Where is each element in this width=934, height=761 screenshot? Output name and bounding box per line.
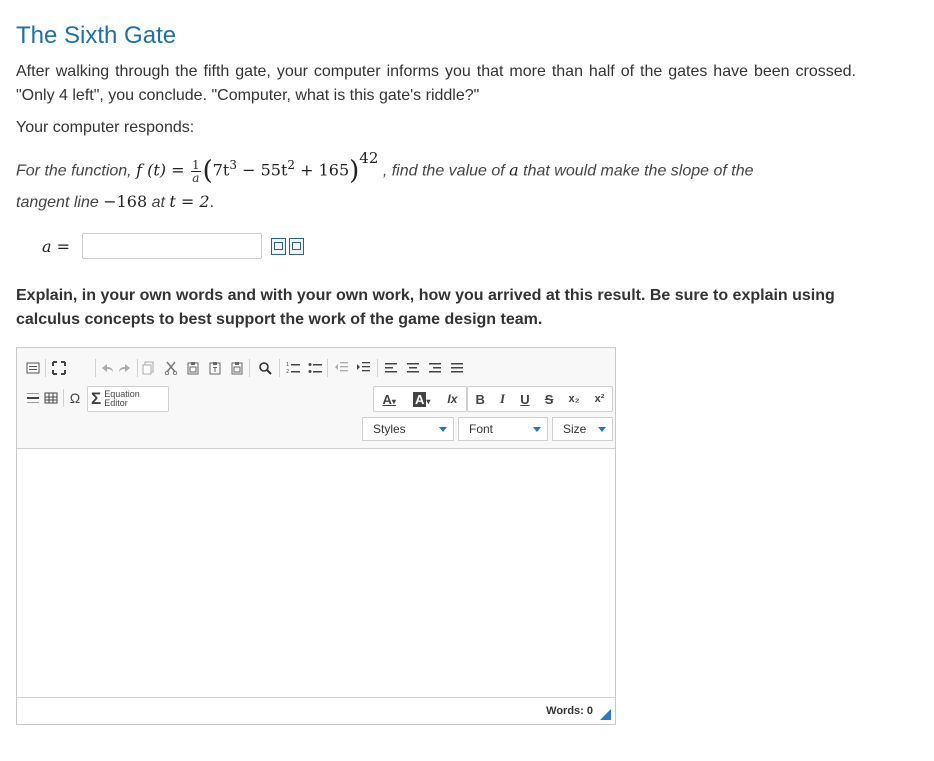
background-color-button[interactable]: A ▾ bbox=[412, 391, 430, 407]
separator bbox=[327, 359, 328, 377]
copy-formatting-icon[interactable] bbox=[141, 358, 157, 378]
search-icon[interactable] bbox=[257, 358, 273, 378]
slope-value: −168 bbox=[103, 192, 148, 212]
font-label: Font bbox=[469, 422, 494, 436]
fraction: 1a bbox=[190, 157, 201, 185]
term-1: 7t bbox=[212, 160, 230, 180]
editor-content-area[interactable] bbox=[17, 449, 615, 698]
italic-button[interactable]: I bbox=[500, 391, 505, 407]
separator bbox=[45, 359, 46, 377]
text-color-button[interactable]: A▾ bbox=[383, 392, 396, 407]
exp-1: 3 bbox=[229, 158, 237, 172]
indent-icon[interactable] bbox=[355, 358, 371, 378]
fraction-denominator: a bbox=[192, 170, 200, 185]
equation-editor-label: Equation Editor bbox=[104, 390, 140, 408]
function-name: f (t) = bbox=[136, 160, 185, 180]
fraction-numerator: 1 bbox=[190, 157, 201, 172]
bold-button[interactable]: B bbox=[476, 392, 485, 407]
outdent-icon[interactable] bbox=[333, 358, 349, 378]
basic-styles-group: B I U S x₂ x² bbox=[467, 386, 613, 412]
numbered-list-icon[interactable]: 12 bbox=[285, 358, 301, 378]
resize-handle-icon[interactable] bbox=[600, 709, 611, 720]
separator bbox=[249, 359, 250, 377]
term-2: − 55t bbox=[237, 160, 288, 180]
word-count: Words: 0 bbox=[546, 705, 593, 717]
align-justify-icon[interactable] bbox=[449, 358, 465, 378]
subscript-button[interactable]: x₂ bbox=[569, 393, 580, 405]
t-equals: t = 2 bbox=[169, 192, 210, 212]
remove-format-button[interactable]: Ix bbox=[447, 392, 457, 406]
open-paren: ( bbox=[202, 156, 213, 187]
bulleted-list-icon[interactable] bbox=[307, 358, 323, 378]
outer-exponent: 42 bbox=[359, 149, 379, 168]
problem-tail: that would make the slope of the bbox=[523, 162, 754, 180]
chevron-down-icon bbox=[439, 427, 447, 432]
chevron-down-icon bbox=[598, 427, 606, 432]
problem-lead: For the function, bbox=[16, 162, 132, 180]
page-title: The Sixth Gate bbox=[16, 22, 177, 49]
paste-word-icon[interactable] bbox=[229, 358, 245, 378]
paste-icon[interactable] bbox=[185, 358, 201, 378]
size-label: Size bbox=[563, 422, 587, 436]
line2-lead: tangent line bbox=[16, 194, 99, 212]
equation-icon[interactable] bbox=[289, 237, 304, 255]
size-dropdown[interactable]: Size bbox=[552, 417, 613, 441]
superscript-button[interactable]: x² bbox=[595, 393, 605, 405]
problem-statement: For the function, f (t) = 1 a (7t3 − 55t2 … bbox=[16, 149, 856, 218]
rich-text-editor: 12 Ω Σ Equation Editor A▾ A ▾ Ix B I U S… bbox=[16, 347, 616, 725]
paste-text-icon[interactable] bbox=[207, 358, 223, 378]
styles-dropdown[interactable]: Styles bbox=[362, 417, 454, 441]
intro-paragraph: After walking through the fifth gate, yo… bbox=[16, 63, 856, 104]
separator bbox=[279, 359, 280, 377]
align-center-icon[interactable] bbox=[405, 358, 421, 378]
svg-text:1: 1 bbox=[286, 362, 289, 368]
horizontal-line-icon[interactable] bbox=[25, 388, 41, 408]
align-right-icon[interactable] bbox=[427, 358, 443, 378]
answer-label: a = bbox=[42, 236, 71, 256]
separator bbox=[137, 359, 138, 377]
variable-a: a bbox=[509, 160, 519, 180]
editor-toolbar: 12 Ω Σ Equation Editor A▾ A ▾ Ix B I U S… bbox=[17, 348, 615, 449]
svg-text:2: 2 bbox=[286, 369, 289, 375]
undo-icon[interactable] bbox=[99, 358, 115, 378]
explain-prompt: Explain, in your own words and with your… bbox=[16, 287, 835, 328]
strike-button[interactable]: S bbox=[545, 392, 554, 407]
exp-2: 2 bbox=[287, 158, 296, 172]
answer-row: a = bbox=[42, 231, 304, 261]
underline-button[interactable]: U bbox=[520, 392, 529, 407]
styles-label: Styles bbox=[373, 422, 406, 436]
sigma-icon: Σ bbox=[91, 389, 102, 408]
chevron-down-icon bbox=[533, 427, 541, 432]
source-icon[interactable] bbox=[25, 358, 41, 378]
maximize-icon[interactable] bbox=[51, 358, 67, 378]
font-dropdown[interactable]: Font bbox=[458, 417, 548, 441]
term-3: + 165 bbox=[295, 160, 350, 180]
align-left-icon[interactable] bbox=[383, 358, 399, 378]
separator bbox=[63, 389, 64, 407]
equation-editor-button[interactable]: Σ Equation Editor bbox=[87, 386, 169, 412]
special-char-icon[interactable]: Ω bbox=[67, 388, 83, 408]
at-word: at bbox=[151, 194, 165, 212]
close-paren: ) bbox=[349, 156, 360, 187]
period: . bbox=[209, 194, 215, 212]
preview-icon[interactable] bbox=[271, 237, 286, 255]
cut-icon[interactable] bbox=[163, 358, 179, 378]
problem-mid: , find the value of bbox=[382, 162, 505, 180]
redo-icon[interactable] bbox=[117, 358, 133, 378]
table-icon[interactable] bbox=[43, 388, 59, 408]
separator bbox=[377, 359, 378, 377]
responds-paragraph: Your computer responds: bbox=[16, 119, 195, 136]
equation-editor-line2: Editor bbox=[104, 398, 128, 408]
answer-input[interactable] bbox=[82, 233, 262, 259]
editor-statusbar: Words: 0 bbox=[17, 697, 615, 724]
color-button-group: A▾ A ▾ Ix bbox=[373, 386, 467, 412]
separator bbox=[95, 359, 96, 377]
